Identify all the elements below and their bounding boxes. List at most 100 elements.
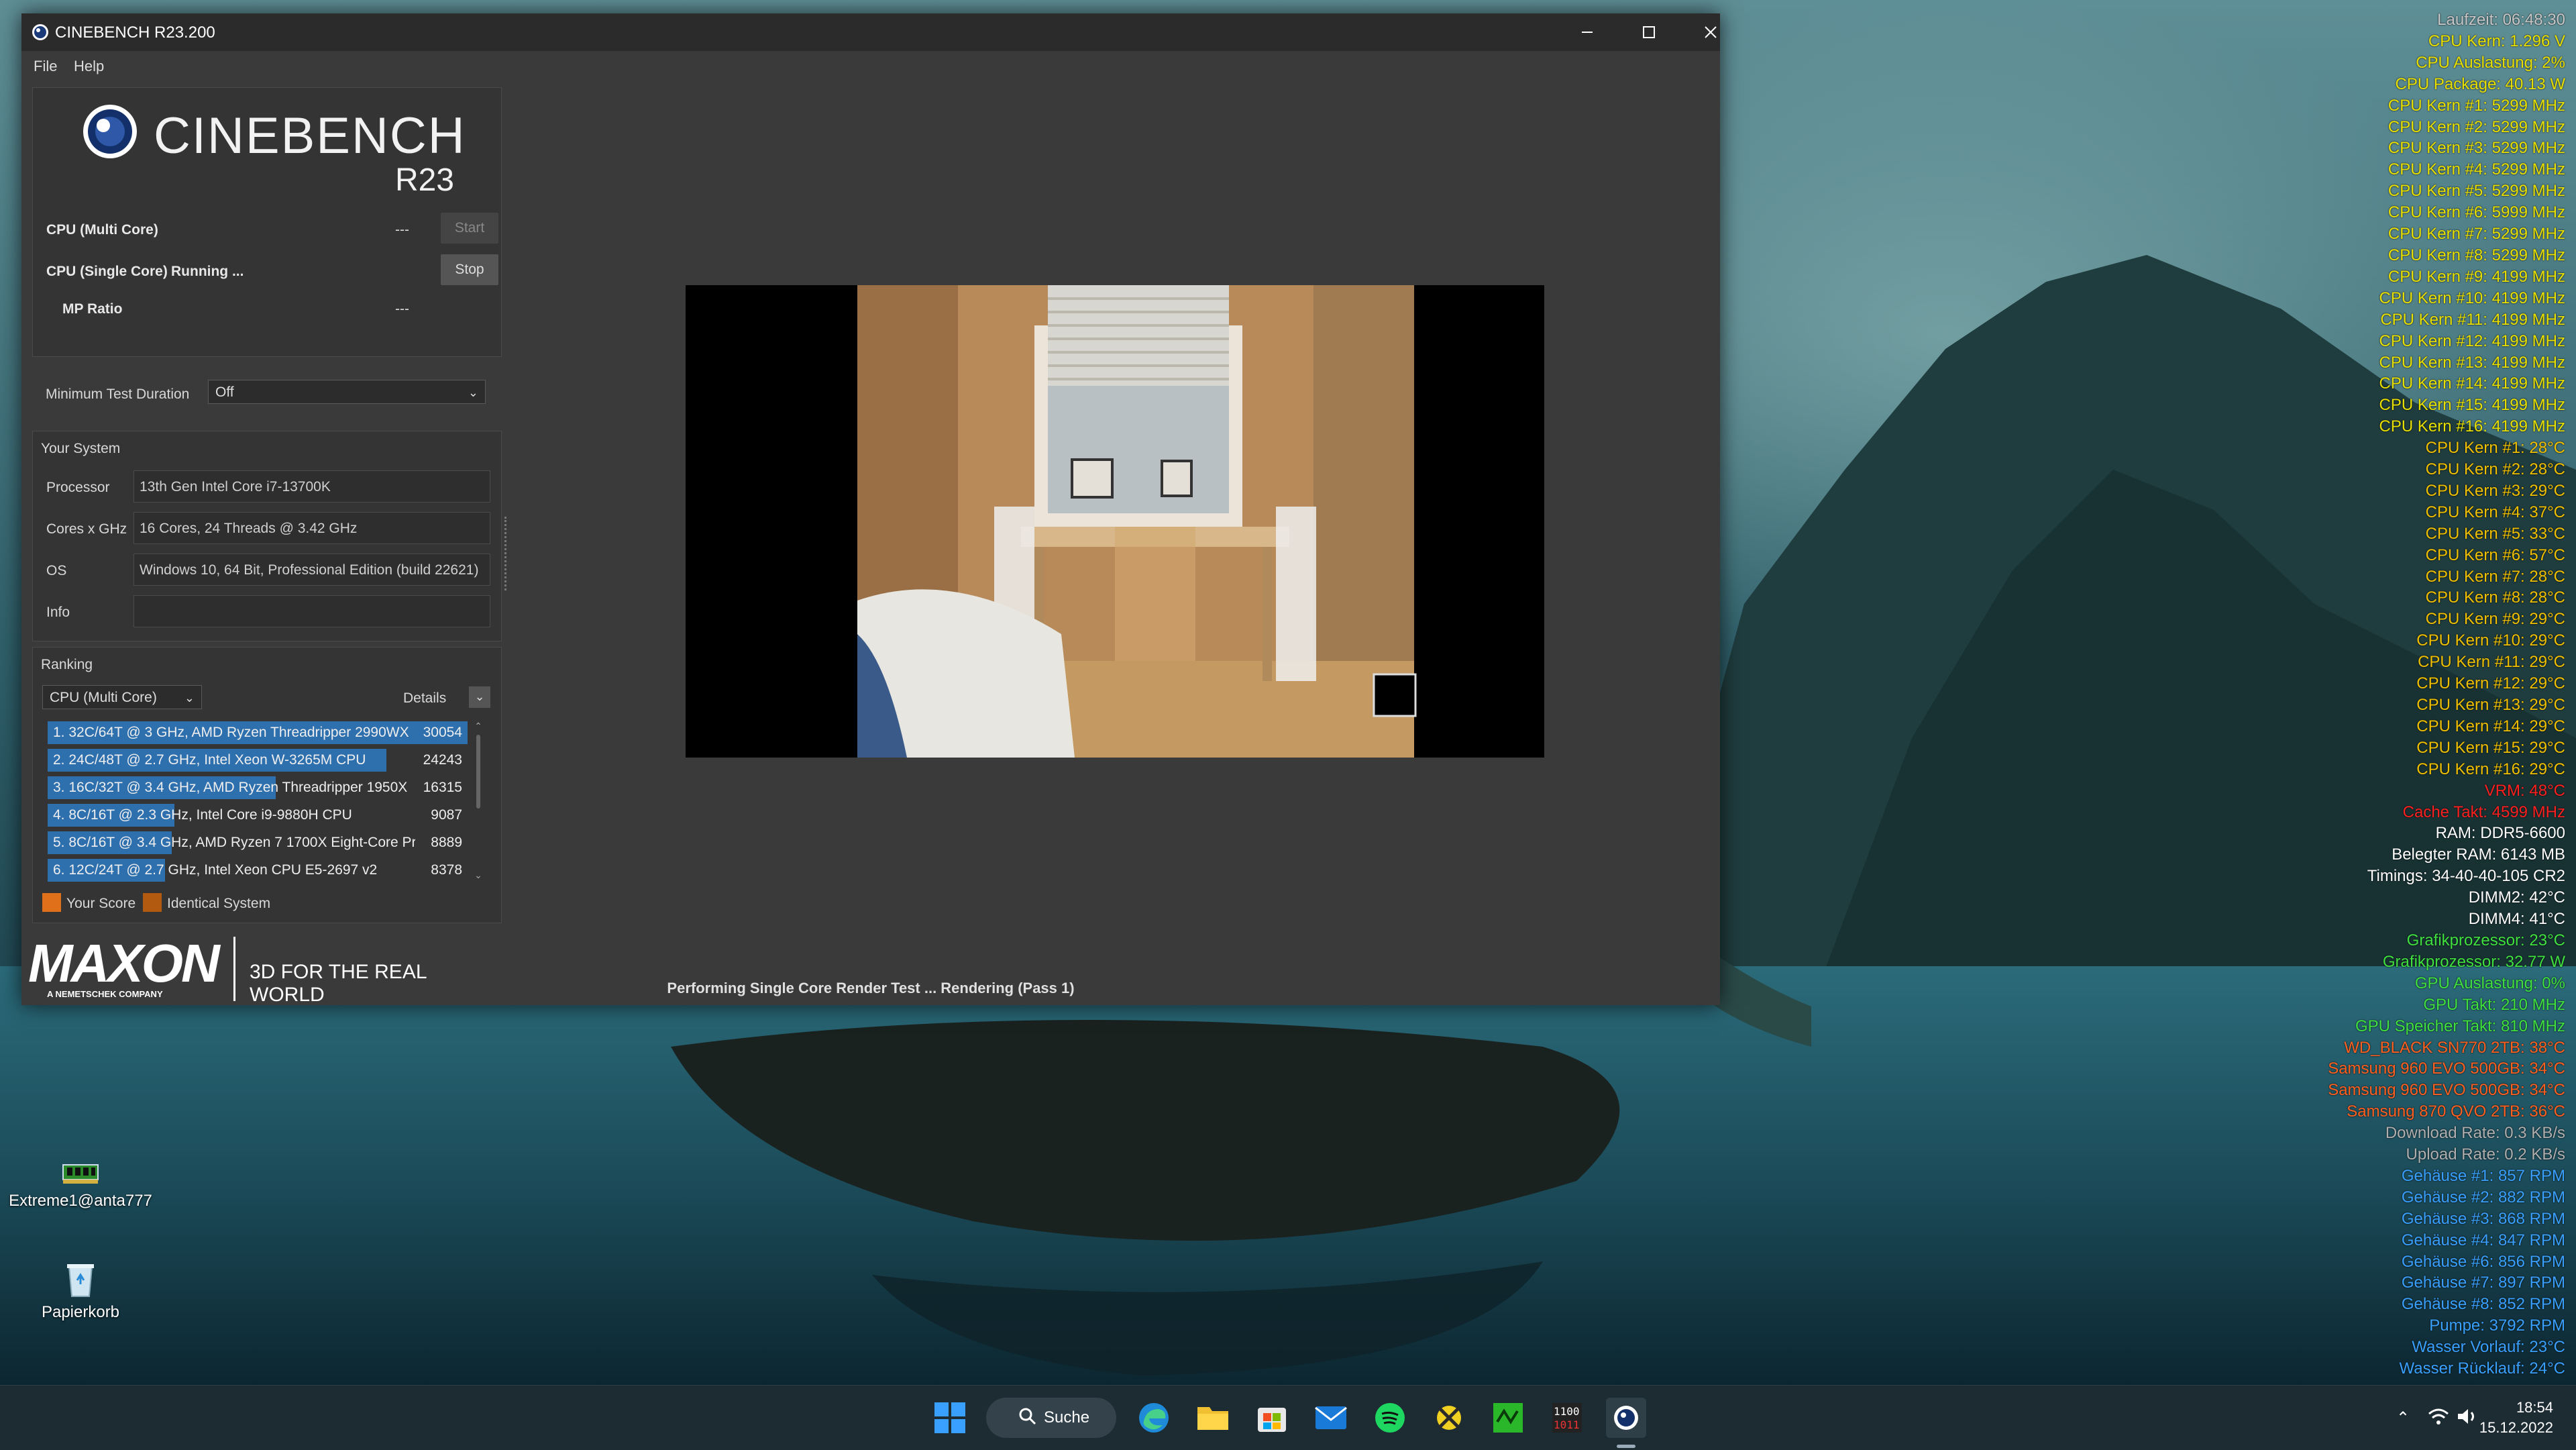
taskbar-app-binary[interactable]: 1100 1011 [1547,1398,1587,1438]
taskbar-spotify[interactable] [1370,1398,1410,1438]
sensor-reading: DIMM2: 42°C [2468,888,2565,907]
duration-label: Minimum Test Duration [46,386,190,402]
ranking-box: Ranking CPU (Multi Core) ⌄ Details ⌄ 1. … [32,647,502,923]
sensor-reading: CPU Kern #16: 4199 MHz [2379,417,2565,436]
sensor-reading: GPU Speicher Takt: 810 MHz [2355,1017,2565,1035]
sensor-reading: GPU Takt: 210 MHz [2423,995,2565,1014]
ranking-row[interactable]: 4. 8C/16T @ 2.3 GHz, Intel Core i9-9880H… [48,802,468,828]
render-viewport [686,285,1544,758]
sensor-reading: CPU Kern #7: 28°C [2425,567,2565,586]
windows-logo-icon [934,1402,965,1433]
ranking-filter-select[interactable]: CPU (Multi Core) ⌄ [42,685,202,709]
wifi-icon[interactable] [2427,1407,2450,1429]
search-icon [1018,1407,1037,1431]
sensor-reading: Grafikprozessor: 23°C [2406,931,2565,949]
legend-identical: Identical System [167,896,271,911]
ranking-score: 30054 [423,725,462,740]
title-bar[interactable]: CINEBENCH R23.200 [21,13,1720,51]
maximize-button[interactable] [1618,13,1680,51]
mp-ratio-label: MP Ratio [62,301,123,317]
sensor-reading: Pumpe: 3792 RPM [2429,1316,2565,1335]
clock[interactable]: 18:54 15.12.2022 [2479,1398,2553,1438]
panel-resize-handle[interactable] [504,517,509,590]
cores-field[interactable]: 16 Cores, 24 Threads @ 3.42 GHz [133,512,490,544]
sensor-reading: CPU Kern #15: 4199 MHz [2379,396,2565,415]
desktop-icon-label: Papierkorb [41,1303,120,1321]
sensor-reading: CPU Kern #12: 29°C [2416,674,2565,693]
details-label[interactable]: Details [403,690,446,707]
clock-date: 15.12.2022 [2479,1419,2553,1436]
render-status: Performing Single Core Render Test ... R… [667,980,1075,996]
ranking-row[interactable]: 2. 24C/48T @ 2.7 GHz, Intel Xeon W-3265M… [48,747,468,773]
edge-icon [1139,1403,1169,1433]
stop-button[interactable]: Stop [441,254,498,285]
sensor-reading: Wasser Rücklauf: 24°C [2399,1359,2565,1378]
start-button[interactable]: Start [441,213,498,244]
ranking-cpu-label: 1. 32C/64T @ 3 GHz, AMD Ryzen Threadripp… [53,725,409,740]
start-button[interactable] [930,1398,970,1438]
single-core-label: CPU (Single Core) [46,264,168,279]
cinebench-logo-icon [83,105,137,158]
minimize-button[interactable] [1556,13,1618,51]
binary-app-icon: 11001011 [1552,1403,1582,1433]
menu-help[interactable]: Help [74,58,104,75]
sensor-reading: Samsung 960 EVO 500GB: 34°C [2328,1059,2565,1078]
desktop-icon-recycle-bin[interactable]: Papierkorb [0,1260,161,1322]
logo-name: CINEBENCH [154,107,466,164]
close-button[interactable] [1680,13,1741,51]
taskbar-cinebench[interactable] [1606,1398,1646,1438]
sensor-reading: CPU Kern #4: 5299 MHz [2387,160,2565,179]
cinebench-logo [81,103,139,164]
ranking-row[interactable]: 5. 8C/16T @ 3.4 GHz, AMD Ryzen 7 1700X E… [48,830,468,856]
multi-core-label: CPU (Multi Core) [46,222,158,238]
ranking-row[interactable]: 3. 16C/32T @ 3.4 GHz, AMD Ryzen Threadri… [48,775,468,800]
taskbar-mail[interactable] [1311,1398,1351,1438]
duration-value: Off [215,384,234,400]
sensor-reading: DIMM4: 41°C [2468,910,2565,929]
mail-icon [1315,1406,1347,1429]
os-label: OS [46,563,67,578]
duration-select[interactable]: Off ⌄ [208,380,486,404]
taskbar-file-explorer[interactable] [1193,1398,1233,1438]
sensor-reading: Gehäuse #3: 868 RPM [2401,1209,2565,1228]
sensor-reading: Gehäuse #1: 857 RPM [2401,1166,2565,1185]
sensor-reading: CPU Auslastung: 2% [2416,53,2565,72]
taskbar-store[interactable] [1252,1398,1292,1438]
desktop-icon-extreme[interactable]: Extreme1@anta777 [0,1159,161,1210]
sensor-reading: WD_BLACK SN770 2TB: 38°C [2344,1038,2565,1057]
sensor-reading: CPU Kern #7: 5299 MHz [2387,225,2565,244]
ranking-row[interactable]: 6. 12C/24T @ 2.7 GHz, Intel Xeon CPU E5-… [48,858,468,883]
details-toggle[interactable]: ⌄ [469,686,490,708]
mp-ratio-value: --- [395,301,409,317]
ranking-cpu-label: 4. 8C/16T @ 2.3 GHz, Intel Core i9-9880H… [53,807,352,823]
scroll-thumb[interactable] [476,735,480,809]
sensor-reading: CPU Kern #5: 33°C [2425,524,2565,543]
sensor-reading: Gehäuse #4: 847 RPM [2401,1231,2565,1249]
benchmark-box: CINEBENCH R23 CPU (Multi Core) --- Start… [32,87,502,357]
sensor-reading: CPU Kern #1: 28°C [2425,439,2565,458]
taskbar-edge[interactable] [1134,1398,1174,1438]
left-panel: CINEBENCH R23 CPU (Multi Core) --- Start… [27,81,506,1006]
chevron-down-icon: ⌄ [468,386,478,399]
render-preview-image [857,285,1417,758]
volume-icon[interactable] [2457,1407,2479,1429]
taskbar: Suche 1100 1011 ⌃ 18:54 15.12.2022 [0,1385,2576,1450]
cinebench-window: CINEBENCH R23.200 File Help CINEBENCH R2… [21,13,1720,1006]
taskbar-app-hwinfo[interactable] [1429,1398,1469,1438]
ranking-scrollbar[interactable]: ⌃ ⌄ [474,721,482,880]
sensor-reading: CPU Kern #1: 5299 MHz [2387,96,2565,115]
info-field[interactable] [133,595,490,627]
svg-text:1100: 1100 [1554,1405,1580,1418]
taskbar-app-green[interactable] [1488,1398,1528,1438]
search-label: Suche [1044,1408,1090,1427]
sensor-reading: Grafikprozessor: 32.77 W [2382,952,2565,971]
ranking-cpu-label: 6. 12C/24T @ 2.7 GHz, Intel Xeon CPU E5-… [53,862,378,878]
ranking-row[interactable]: 1. 32C/64T @ 3 GHz, AMD Ryzen Threadripp… [48,720,468,745]
processor-field[interactable]: 13th Gen Intel Core i7-13700K [133,470,490,503]
menu-bar: File Help [21,51,1720,81]
os-field[interactable]: Windows 10, 64 Bit, Professional Edition… [133,554,490,586]
taskbar-search[interactable]: Suche [986,1398,1116,1438]
chevron-up-icon[interactable]: ⌃ [2396,1408,2410,1428]
sensor-reading: VRM: 48°C [2484,781,2565,800]
menu-file[interactable]: File [34,58,57,75]
